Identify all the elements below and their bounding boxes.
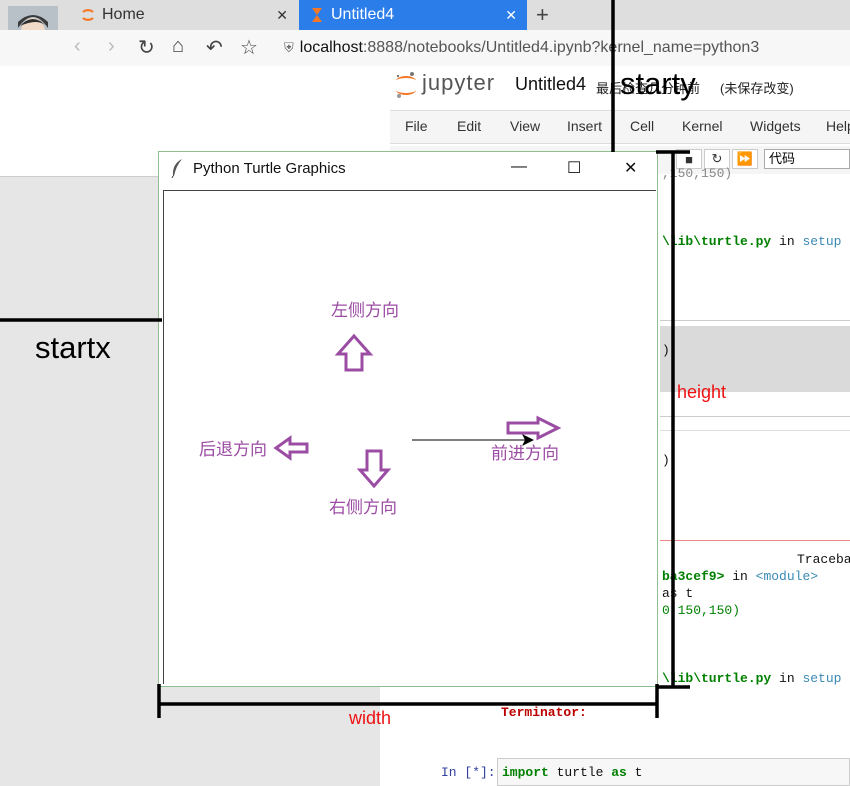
right-arrow-icon	[506, 415, 562, 441]
label-right-direction: 右侧方向	[329, 498, 397, 517]
label-forward-direction: 前进方向	[491, 444, 559, 463]
annotation-starty: starty	[620, 66, 696, 101]
down-arrow-icon	[356, 449, 392, 489]
annotation-width: width	[349, 708, 392, 728]
left-arrow-icon	[273, 435, 309, 461]
annotation-height: height	[677, 382, 727, 402]
up-arrow-icon	[334, 333, 374, 372]
label-left-direction: 左侧方向	[331, 301, 399, 320]
label-back-direction: 后退方向	[199, 440, 267, 459]
annotation-startx: startx	[35, 330, 111, 365]
